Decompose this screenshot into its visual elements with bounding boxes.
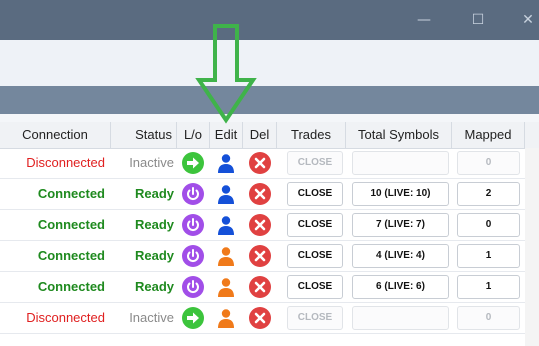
user-blue-icon[interactable] [215,152,237,174]
mapped-button[interactable]: 1 [457,275,520,299]
section-band [0,86,539,114]
header-status[interactable]: Status [111,122,177,148]
status-cell: Ready [134,248,174,263]
toolbar-area [0,40,539,86]
grid-header: Connection Status L/o Edit Del Trades To… [0,122,539,149]
connection-cell: Connected [37,186,105,201]
down-arrow-icon [195,24,257,124]
mapped-button[interactable]: 1 [457,244,520,268]
delete-icon[interactable] [249,276,271,298]
login-arrow-icon[interactable] [182,152,204,174]
table-row[interactable]: Connected Ready CLOSE 10 (LIVE: 10) 2 [0,179,525,210]
total-symbols-button[interactable] [352,306,449,330]
delete-icon[interactable] [249,307,271,329]
user-orange-icon[interactable] [215,245,237,267]
close-icon[interactable]: ✕ [505,0,539,40]
title-bar: — ☐ ✕ [0,0,539,40]
header-connection[interactable]: Connection [0,122,111,148]
grid-top-spacer [0,114,539,122]
close-trades-button[interactable]: CLOSE [287,213,343,237]
delete-icon[interactable] [249,245,271,267]
status-cell: Ready [134,279,174,294]
total-symbols-button[interactable]: 4 (LIVE: 4) [352,244,449,268]
connection-cell: Connected [37,248,105,263]
user-orange-icon[interactable] [215,276,237,298]
maximize-icon[interactable]: ☐ [455,0,501,40]
mapped-button[interactable]: 0 [457,213,520,237]
mapped-button[interactable]: 2 [457,182,520,206]
close-trades-button[interactable]: CLOSE [287,244,343,268]
table-row[interactable]: Connected Ready CLOSE 4 (LIVE: 4) 1 [0,241,525,272]
table-row[interactable]: Disconnected Inactive CLOSE 0 [0,303,525,334]
mapped-button[interactable]: 0 [457,151,520,175]
connection-cell: Connected [37,217,105,232]
header-edit[interactable]: Edit [210,122,243,148]
login-arrow-icon[interactable] [182,307,204,329]
header-total-symbols[interactable]: Total Symbols [346,122,452,148]
total-symbols-button[interactable]: 6 (LIVE: 6) [352,275,449,299]
header-logout[interactable]: L/o [177,122,210,148]
power-icon[interactable] [182,245,204,267]
connection-cell: Connected [37,279,105,294]
table-row[interactable]: Disconnected Inactive CLOSE 0 [0,148,525,179]
delete-icon[interactable] [249,152,271,174]
header-trades[interactable]: Trades [277,122,346,148]
table-row[interactable]: Connected Ready CLOSE 6 (LIVE: 6) 1 [0,272,525,303]
table-row[interactable]: Connected Ready CLOSE 7 (LIVE: 7) 0 [0,210,525,241]
vertical-scrollbar[interactable] [525,148,539,346]
user-orange-icon[interactable] [215,307,237,329]
user-blue-icon[interactable] [215,183,237,205]
close-trades-button[interactable]: CLOSE [287,182,343,206]
delete-icon[interactable] [249,214,271,236]
status-cell: Inactive [129,155,174,170]
close-trades-button[interactable]: CLOSE [287,151,343,175]
connection-cell: Disconnected [26,310,105,325]
status-cell: Inactive [129,310,174,325]
power-icon[interactable] [182,276,204,298]
header-delete[interactable]: Del [243,122,277,148]
connection-cell: Disconnected [26,155,105,170]
user-blue-icon[interactable] [215,214,237,236]
delete-icon[interactable] [249,183,271,205]
minimize-icon[interactable]: — [401,0,447,40]
header-mapped[interactable]: Mapped [452,122,525,148]
total-symbols-button[interactable]: 7 (LIVE: 7) [352,213,449,237]
power-icon[interactable] [182,183,204,205]
total-symbols-button[interactable]: 10 (LIVE: 10) [352,182,449,206]
power-icon[interactable] [182,214,204,236]
mapped-button[interactable]: 0 [457,306,520,330]
status-cell: Ready [134,217,174,232]
close-trades-button[interactable]: CLOSE [287,275,343,299]
close-trades-button[interactable]: CLOSE [287,306,343,330]
status-cell: Ready [134,186,174,201]
total-symbols-button[interactable] [352,151,449,175]
